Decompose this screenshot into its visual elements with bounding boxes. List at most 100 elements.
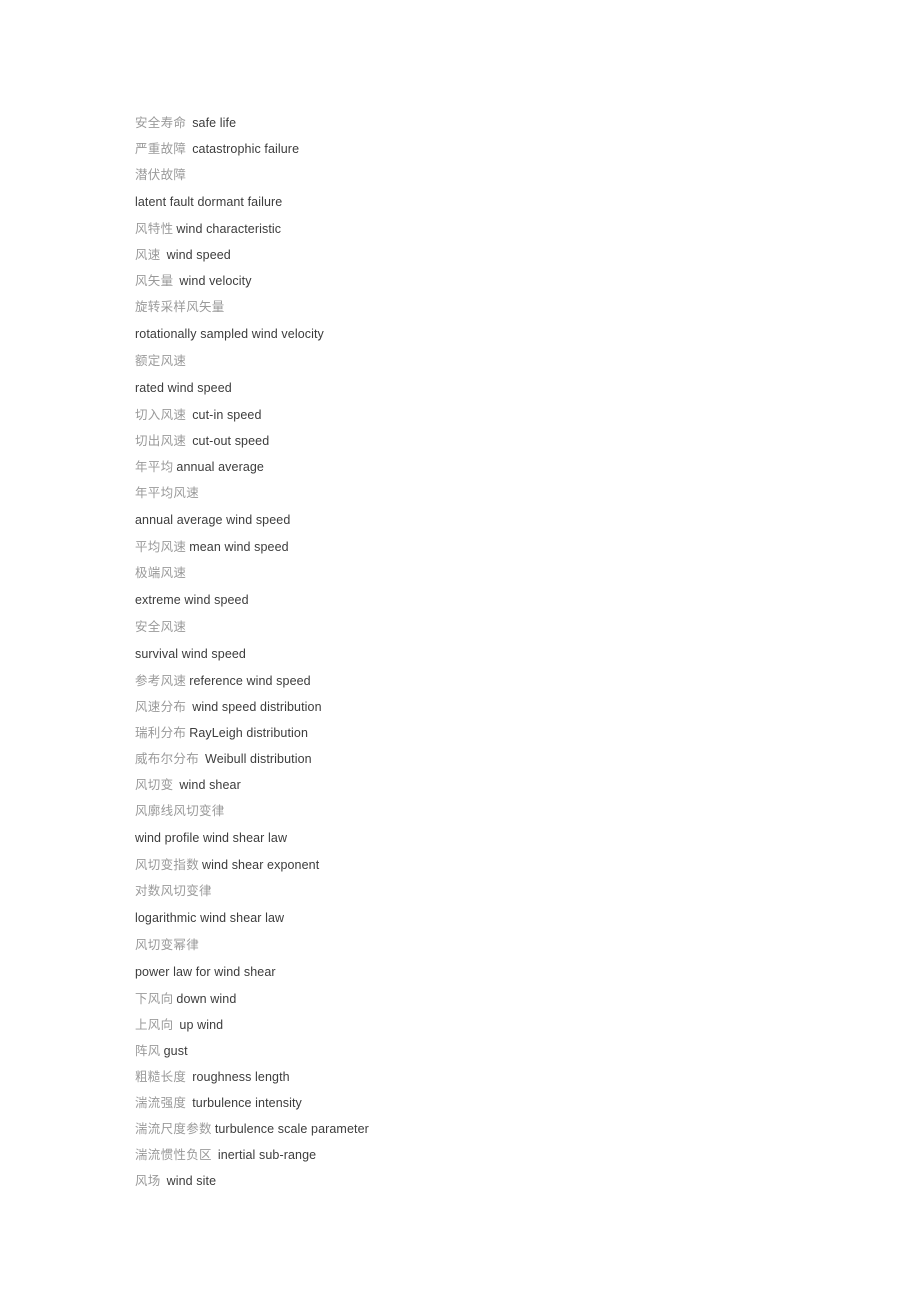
glossary-term-chinese: 湍流强度 (135, 1096, 187, 1110)
glossary-term-chinese: 安全寿命 (135, 116, 187, 130)
glossary-term-chinese: 湍流惯性负区 (135, 1148, 212, 1162)
glossary-term-english: turbulence scale parameter (214, 1122, 369, 1136)
glossary-term-chinese: 风速 (135, 248, 161, 262)
glossary-term-chinese: 瑞利分布 (135, 726, 187, 740)
glossary-term-english: turbulence intensity (192, 1096, 302, 1110)
glossary-entry: wind profile wind shear law (135, 824, 835, 852)
glossary-term-chinese: 潜伏故障 (135, 168, 187, 182)
glossary-term-english: extreme wind speed (135, 593, 249, 607)
glossary-term-english: wind shear exponent (202, 858, 320, 872)
glossary-entry: 风廓线风切变律 (135, 798, 835, 824)
glossary-entry-list: 安全寿命 safe life 严重故障 catastrophic failure 潜伏故… (135, 110, 835, 1194)
glossary-term-english: wind shear (179, 778, 241, 792)
glossary-term-english: cut-out speed (192, 434, 270, 448)
glossary-entry: 参考风速 reference wind speed (135, 668, 835, 694)
glossary-entry: 切入风速 cut-in speed (135, 402, 835, 428)
glossary-term-chinese: 切出风速 (135, 434, 187, 448)
glossary-entry: 风特性 wind characteristic (135, 216, 835, 242)
glossary-term-chinese: 风速分布 (135, 700, 187, 714)
glossary-term-chinese: 年平均风速 (135, 486, 200, 500)
glossary-term-english: mean wind speed (189, 540, 289, 554)
glossary-term-english: wind site (166, 1174, 217, 1188)
glossary-entry: 湍流尺度参数 turbulence scale parameter (135, 1116, 835, 1142)
glossary-term-chinese: 下风向 (135, 992, 174, 1006)
glossary-entry: 对数风切变律 (135, 878, 835, 904)
glossary-term-chinese: 年平均 (135, 460, 174, 474)
glossary-term-english: wind speed distribution (192, 700, 322, 714)
document-page: 安全寿命 safe life 严重故障 catastrophic failure 潜伏故… (0, 0, 920, 1302)
glossary-entry: 威布尔分布 Weibull distribution (135, 746, 835, 772)
glossary-entry: 风切变 wind shear (135, 772, 835, 798)
glossary-term-english: roughness length (192, 1070, 290, 1084)
glossary-entry: 上风向 up wind (135, 1012, 835, 1038)
glossary-entry: 平均风速 mean wind speed (135, 534, 835, 560)
glossary-term-english: logarithmic wind shear law (135, 911, 285, 925)
glossary-entry: 年平均风速 (135, 480, 835, 506)
glossary-entry: latent fault dormant failure (135, 188, 835, 216)
glossary-term-chinese: 参考风速 (135, 674, 187, 688)
glossary-entry: 风切变指数 wind shear exponent (135, 852, 835, 878)
glossary-term-chinese: 风切变幂律 (135, 938, 200, 952)
glossary-term-english: power law for wind shear (135, 965, 276, 979)
glossary-entry: 极端风速 (135, 560, 835, 586)
glossary-term-english: wind speed (166, 248, 231, 262)
glossary-entry: survival wind speed (135, 640, 835, 668)
glossary-term-chinese: 切入风速 (135, 408, 187, 422)
glossary-term-english: cut-in speed (192, 408, 262, 422)
glossary-term-english: rated wind speed (135, 381, 232, 395)
glossary-entry: 下风向 down wind (135, 986, 835, 1012)
glossary-term-english: Weibull distribution (205, 752, 312, 766)
glossary-entry: 旋转采样风矢量 (135, 294, 835, 320)
glossary-entry: 安全风速 (135, 614, 835, 640)
glossary-term-chinese: 风矢量 (135, 274, 174, 288)
glossary-term-chinese: 风切变 (135, 778, 174, 792)
glossary-entry: 湍流惯性负区 inertial sub-range (135, 1142, 835, 1168)
glossary-term-chinese: 上风向 (135, 1018, 174, 1032)
glossary-term-chinese: 湍流尺度参数 (135, 1122, 212, 1136)
glossary-term-english: inertial sub-range (217, 1148, 317, 1162)
glossary-entry: 瑞利分布 RayLeigh distribution (135, 720, 835, 746)
glossary-entry: 风矢量 wind velocity (135, 268, 835, 294)
glossary-term-english: gust (163, 1044, 188, 1058)
glossary-term-english: latent fault dormant failure (135, 195, 283, 209)
glossary-term-english: survival wind speed (135, 647, 246, 661)
glossary-entry: 额定风速 (135, 348, 835, 374)
glossary-entry: annual average wind speed (135, 506, 835, 534)
glossary-term-english: down wind (176, 992, 237, 1006)
glossary-entry: rated wind speed (135, 374, 835, 402)
glossary-term-chinese: 风廓线风切变律 (135, 804, 225, 818)
glossary-term-english: rotationally sampled wind velocity (135, 327, 324, 341)
glossary-term-english: wind velocity (179, 274, 252, 288)
glossary-entry: 安全寿命 safe life (135, 110, 835, 136)
glossary-term-chinese: 阵风 (135, 1044, 161, 1058)
glossary-term-chinese: 粗糙长度 (135, 1070, 187, 1084)
glossary-term-chinese: 对数风切变律 (135, 884, 212, 898)
glossary-entry: extreme wind speed (135, 586, 835, 614)
glossary-term-chinese: 威布尔分布 (135, 752, 200, 766)
glossary-term-english: annual average wind speed (135, 513, 291, 527)
glossary-entry: logarithmic wind shear law (135, 904, 835, 932)
glossary-term-chinese: 平均风速 (135, 540, 187, 554)
glossary-entry: 风切变幂律 (135, 932, 835, 958)
glossary-term-english: wind profile wind shear law (135, 831, 288, 845)
glossary-term-english: safe life (192, 116, 237, 130)
glossary-entry: 严重故障 catastrophic failure (135, 136, 835, 162)
glossary-term-english: wind characteristic (176, 222, 282, 236)
glossary-entry: power law for wind shear (135, 958, 835, 986)
glossary-term-chinese: 严重故障 (135, 142, 187, 156)
glossary-term-chinese: 极端风速 (135, 566, 187, 580)
glossary-term-english: RayLeigh distribution (189, 726, 309, 740)
glossary-entry: 风速 wind speed (135, 242, 835, 268)
glossary-entry: 湍流强度 turbulence intensity (135, 1090, 835, 1116)
glossary-entry: 风速分布 wind speed distribution (135, 694, 835, 720)
glossary-entry: 切出风速 cut-out speed (135, 428, 835, 454)
glossary-entry: 阵风 gust (135, 1038, 835, 1064)
glossary-term-english: annual average (176, 460, 264, 474)
glossary-term-english: reference wind speed (189, 674, 311, 688)
glossary-term-chinese: 额定风速 (135, 354, 187, 368)
glossary-entry: 粗糙长度 roughness length (135, 1064, 835, 1090)
glossary-entry: 潜伏故障 (135, 162, 835, 188)
glossary-entry: 年平均 annual average (135, 454, 835, 480)
glossary-term-chinese: 风场 (135, 1174, 161, 1188)
glossary-entry: rotationally sampled wind velocity (135, 320, 835, 348)
